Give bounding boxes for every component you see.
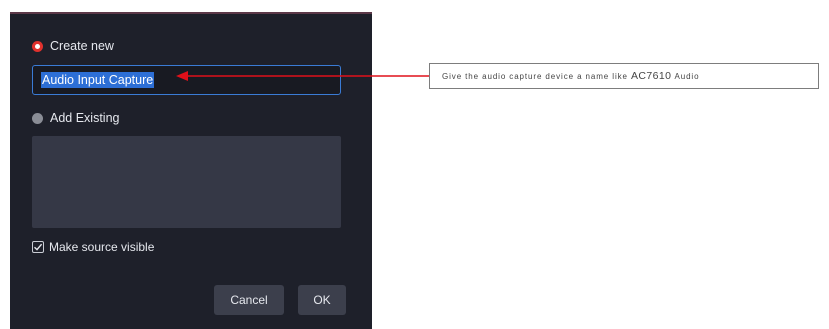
- callout-text-end: Audio: [674, 71, 700, 81]
- annotation-arrow: [176, 71, 429, 81]
- annotation-callout: Give the audio capture device a name lik…: [429, 63, 819, 89]
- callout-text-large: AC7610: [631, 70, 672, 82]
- arrow-head-icon: [176, 71, 188, 81]
- callout-text-small: Give the audio capture device a name lik…: [442, 71, 628, 81]
